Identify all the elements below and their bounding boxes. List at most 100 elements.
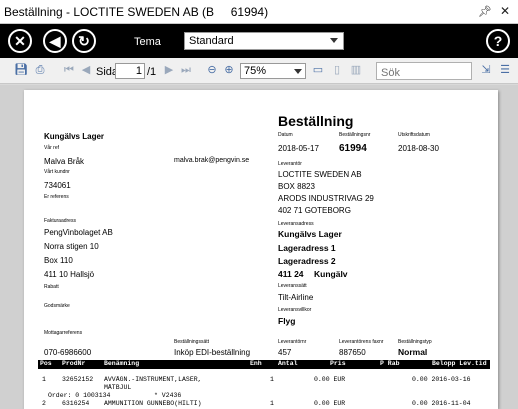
- bestsatt-label: Beställningssätt: [174, 339, 210, 345]
- zoom-out-icon[interactable]: ⊖: [205, 63, 219, 77]
- search-input[interactable]: [377, 65, 471, 81]
- save-icon[interactable]: 💾︎: [14, 63, 28, 77]
- mottagare: 070-6986600: [44, 348, 92, 357]
- lev-box: BOX 8823: [278, 182, 315, 191]
- levadr-zip: 411 24: [278, 269, 304, 279]
- levfaxnr-label: Leverantörens faxnr: [339, 339, 384, 345]
- export-icon[interactable]: ⇲: [479, 63, 493, 77]
- bestnr-label: Beställningsnr: [339, 132, 371, 138]
- row-2-pos: 2: [42, 400, 46, 407]
- row-1-order: Order: 0 1003134: [48, 392, 111, 399]
- prev-page-icon[interactable]: ◀: [79, 63, 93, 77]
- help-button[interactable]: ?: [486, 29, 510, 53]
- report-page: Beställning Kungälvs Lager Vår ref Malva…: [24, 90, 498, 409]
- doc-title: Beställning: [278, 113, 354, 129]
- bestnr: 61994: [339, 143, 367, 154]
- single-page-icon[interactable]: ▯: [330, 63, 344, 77]
- zoom-select[interactable]: 75%: [240, 63, 306, 79]
- table-header: Pos ProdNr Benämning Enh Antal Pris P Ra…: [38, 360, 490, 369]
- row-1-order-ref: * V2436: [154, 392, 182, 399]
- var-ref-label: Vår ref: [44, 145, 60, 151]
- zoom-in-icon[interactable]: ⊕: [222, 63, 236, 77]
- besttyp-label: Beställningstyp: [398, 339, 432, 345]
- row-2-benamning: AMMUNITION GUNNEBO(HILTI): [104, 400, 202, 407]
- chevron-down-icon: [294, 69, 302, 74]
- search-box[interactable]: [376, 62, 472, 81]
- levadr-1: Kungälvs Lager: [278, 229, 342, 239]
- col-prab: P Rab: [380, 360, 400, 367]
- pin-icon[interactable]: 📌︎: [478, 5, 492, 18]
- lev-city: 402 71 GOTEBORG: [278, 206, 351, 215]
- rabatt-label: Rabatt: [44, 284, 59, 290]
- levfaxnr: 887650: [339, 348, 366, 357]
- levadr-2: Lageradress 1: [278, 243, 336, 253]
- faktura-label: Fakturaadress: [44, 218, 76, 224]
- tema-value: Standard: [189, 35, 234, 47]
- last-page-icon[interactable]: ⏭︎: [179, 63, 193, 77]
- mottagare-label: Mottagarreferens: [44, 330, 83, 336]
- besttyp: Normal: [398, 347, 428, 357]
- title-bar: Beställning - LOCTITE SWEDEN AB (B 61994…: [0, 0, 518, 24]
- var-ref: Malva Bråk: [44, 157, 85, 166]
- row-2-prodnr: 6316254: [62, 400, 90, 407]
- lev-street: ARODS INDUSTRIVAG 29: [278, 194, 374, 203]
- godsmarke-label: Godsmärke: [44, 303, 70, 309]
- col-antal: Antal: [278, 360, 298, 367]
- col-belopp: Belopp Lev.tid: [432, 360, 487, 367]
- tema-select[interactable]: Standard: [184, 32, 344, 50]
- chevron-down-icon: [330, 38, 338, 43]
- next-page-icon[interactable]: ▶: [162, 63, 176, 77]
- row-1-antal: 1: [270, 376, 274, 383]
- levadr-3: Lageradress 2: [278, 256, 336, 266]
- levadr-label: Leveransadress: [278, 221, 314, 227]
- refresh-button[interactable]: ↻: [72, 29, 96, 53]
- settings-icon[interactable]: ☰: [498, 63, 512, 77]
- levadr-city: Kungälv: [314, 269, 348, 279]
- fit-width-icon[interactable]: ▭: [311, 63, 325, 77]
- zoom-value: 75%: [244, 65, 267, 77]
- levvillkor: Flyg: [278, 316, 296, 326]
- bestsatt: Inköp EDI-beställning: [174, 348, 251, 357]
- datum: 2018-05-17: [278, 144, 319, 153]
- er-ref-label: Er referens: [44, 194, 69, 200]
- close-icon[interactable]: ✕: [500, 4, 510, 18]
- print-icon[interactable]: ⎙: [33, 63, 47, 77]
- col-enh: Enh: [250, 360, 262, 367]
- col-pos: Pos: [40, 360, 52, 367]
- first-page-icon[interactable]: ⏮︎: [62, 63, 76, 77]
- row-2-antal: 1: [270, 400, 274, 407]
- tema-label: Tema: [134, 36, 161, 48]
- row-1-prodnr: 32652152: [62, 376, 94, 383]
- page-number-input[interactable]: 1: [115, 63, 145, 79]
- row-1-pos: 1: [42, 376, 46, 383]
- col-benamning: Benämning: [104, 360, 140, 367]
- page-total: /1: [147, 66, 157, 78]
- email: malva.brak@pengvin.se: [174, 157, 250, 164]
- datum-label: Datum: [278, 132, 293, 138]
- kundnr-label: Vårt kundnr: [44, 169, 70, 175]
- report-viewer-window: Beställning - LOCTITE SWEDEN AB (B 61994…: [0, 0, 518, 409]
- row-2-pris: 0.00 EUR: [314, 400, 346, 407]
- col-prodnr: ProdNr: [62, 360, 86, 367]
- row-2-belopp: 0.00 2016-11-04: [412, 400, 471, 407]
- kundnr: 734061: [44, 181, 71, 190]
- window-title: Beställning - LOCTITE SWEDEN AB (B 61994…: [4, 5, 269, 19]
- levvillkor-label: Leveransvillkor: [278, 307, 312, 313]
- back-button[interactable]: ◀: [43, 29, 67, 53]
- row-1-belopp: 0.00 2016-03-16: [412, 376, 471, 383]
- levsatt-label: Leveranssätt: [278, 283, 307, 289]
- levnr: 457: [278, 348, 292, 357]
- lev-name: LOCTITE SWEDEN AB: [278, 170, 362, 179]
- faktura-box: Box 110: [44, 256, 73, 265]
- close-report-button[interactable]: ✕: [8, 29, 32, 53]
- faktura-city: 411 10 Hallsjö: [44, 270, 95, 279]
- row-1-pris: 0.00 EUR: [314, 376, 346, 383]
- utskrift-label: Utskriftsdatum: [398, 132, 430, 138]
- buyer-name: Kungälvs Lager: [44, 132, 105, 141]
- utskrift: 2018-08-30: [398, 144, 439, 153]
- multi-page-icon[interactable]: ▥: [349, 63, 363, 77]
- levsatt: Tilt-Airline: [278, 293, 314, 302]
- row-1-benamning-2: MÄTBJUL: [104, 384, 132, 391]
- row-1-benamning: AVVÄGN.-INSTRUMENT,LASER,: [104, 376, 202, 383]
- lev-label: Leverantör: [278, 161, 302, 167]
